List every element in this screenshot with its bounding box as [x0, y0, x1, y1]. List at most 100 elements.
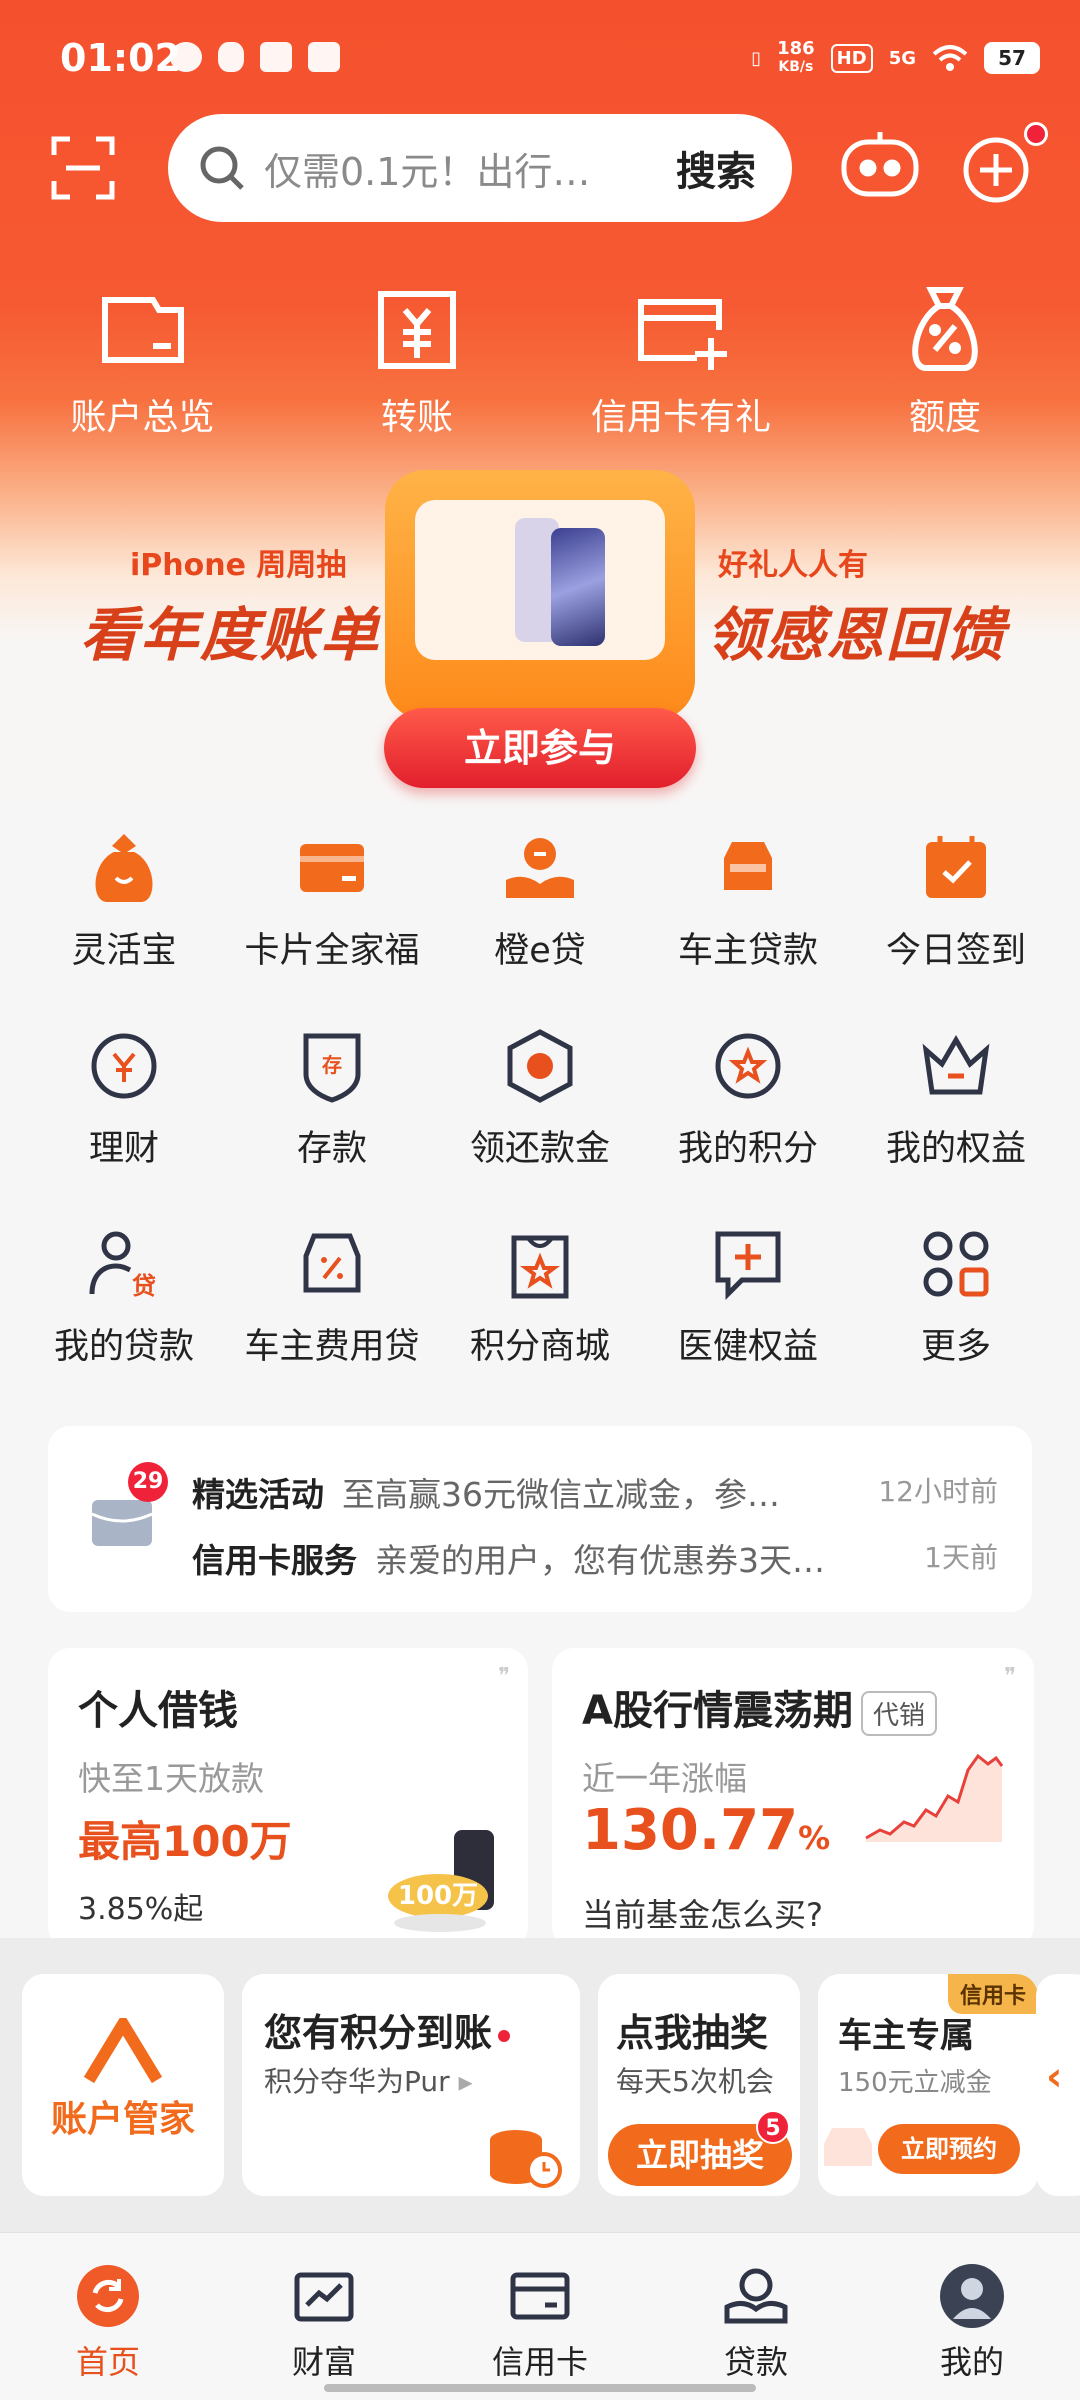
add-icon[interactable]: [962, 136, 1030, 204]
account-manager-card[interactable]: 账户管家: [22, 1974, 224, 2196]
shopping-bag-star-icon: [511, 1235, 569, 1299]
search-icon: [200, 146, 244, 190]
card-icon: [300, 844, 364, 892]
red-dot: [498, 2029, 511, 2042]
grid-item-orange-e-loan[interactable]: 橙e贷: [436, 822, 644, 1020]
grid-item-wealth[interactable]: 理财: [20, 1020, 228, 1218]
grid-item-my-benefits[interactable]: 我的权益: [852, 1020, 1060, 1218]
wallet-icon: [101, 297, 184, 363]
join-now-button[interactable]: 立即参与: [384, 708, 696, 788]
clock: 01:02: [60, 36, 181, 80]
assistant-robot-icon[interactable]: [838, 128, 922, 204]
hand-coin-icon: [506, 838, 574, 898]
hexagon-refresh-icon: [507, 1029, 573, 1103]
bottom-tab-bar: 首页 财富 信用卡 贷款 我的: [0, 2232, 1080, 2400]
fund-card[interactable]: ❞ A股行情震荡期 代销 近一年涨幅 130.77% 当前基金怎么买?: [552, 1648, 1034, 1948]
grid-item-my-points[interactable]: 我的积分: [644, 1020, 852, 1218]
notice-row[interactable]: 信用卡服务 亲爱的用户，您有优惠券3天…: [192, 1534, 825, 1582]
credit-card-icon: [510, 2272, 570, 2320]
car-owner-card[interactable]: 信用卡 车主专属 150元立减金 立即预约: [818, 1974, 1038, 2196]
signal-icon: 5G: [888, 47, 916, 69]
grid-item-repayment-bonus[interactable]: 领还款金: [436, 1020, 644, 1218]
tab-wealth[interactable]: 财富: [216, 2233, 432, 2400]
prize-machine-illustration: [385, 470, 695, 720]
chances-badge: 5: [756, 2110, 790, 2144]
grid-item-linghuobao[interactable]: 灵活宝: [20, 822, 228, 1020]
star-circle-icon: [715, 1033, 781, 1099]
points-arrived-card[interactable]: 您有积分到账 积分夺华为Pur ▸: [242, 1974, 580, 2196]
trend-sparkline: [865, 1753, 1004, 1842]
top-nav: 账户总览 转账 信用卡有礼 额度: [0, 280, 1080, 440]
calendar-icon: [260, 42, 292, 72]
calendar-check-icon: [926, 836, 986, 898]
service-grid: 灵活宝 卡片全家福 橙e贷 车主贷款 今日签到 理财 存 存款 领还款金 我的积…: [20, 822, 1060, 1416]
personal-loan-card[interactable]: ❞ 个人借钱 快至1天放款 最高100万 3.85%起 100万: [48, 1648, 528, 1948]
wifi-icon: [932, 45, 968, 71]
nav-account-overview[interactable]: 账户总览: [0, 280, 285, 440]
avatar-icon: [940, 2264, 1004, 2328]
coins-phone-illustration: 100万: [384, 1830, 512, 1938]
shield-deposit-icon: 存: [303, 1033, 361, 1103]
grid-item-car-expense-loan[interactable]: 车主费用贷: [228, 1218, 436, 1416]
quote-icon: ❞: [498, 1664, 510, 1689]
nav-transfer[interactable]: 转账: [285, 280, 549, 440]
search-bar[interactable]: 仅需0.1元！出行… 搜索: [168, 114, 792, 222]
phone-illustration: [551, 528, 605, 646]
transfer-icon: [378, 291, 456, 369]
notification-icons: [170, 42, 340, 72]
banner-left-title: 看年度账单: [80, 601, 381, 669]
tab-loan[interactable]: 贷款: [648, 2233, 864, 2400]
grid-item-deposit[interactable]: 存 存款: [228, 1020, 436, 1218]
notice-row[interactable]: 精选活动 至高赢36元微信立减金，参…: [192, 1468, 780, 1516]
grid-item-health-benefits[interactable]: 医健权益: [644, 1218, 852, 1416]
money-bag-icon: [95, 834, 153, 902]
banner-left-subtitle: iPhone 周周抽: [130, 548, 347, 583]
grid-item-card-family[interactable]: 卡片全家福: [228, 822, 436, 1020]
grid-item-car-loan[interactable]: 车主贷款: [644, 822, 852, 1020]
grid-item-points-mall[interactable]: 积分商城: [436, 1218, 644, 1416]
hd-icon: HD: [830, 43, 873, 73]
chevron-left-icon: ‹: [1046, 2054, 1063, 2100]
grid-item-more[interactable]: 更多: [852, 1218, 1060, 1416]
banner-right-subtitle: 好礼人人有: [718, 548, 868, 583]
chat-plus-icon: [715, 1231, 781, 1301]
nav-credit-card-gift[interactable]: 信用卡有礼: [549, 280, 813, 440]
grid-item-my-loans[interactable]: 贷 我的贷款: [20, 1218, 228, 1416]
chevron-right-icon: ▸: [449, 2065, 473, 2098]
money-bag-icon: [912, 287, 978, 371]
search-button[interactable]: 搜索: [676, 139, 756, 197]
more-promos-card[interactable]: ‹: [1036, 1974, 1080, 2196]
tab-home[interactable]: 首页: [0, 2233, 216, 2400]
vibrate-icon: ▯: [751, 47, 762, 69]
crown-icon: [922, 1035, 990, 1095]
unread-badge: 29: [128, 1462, 168, 1502]
distribution-tag: 代销: [860, 1690, 937, 1736]
home-refresh-icon: [77, 2265, 139, 2327]
tab-mine[interactable]: 我的: [864, 2233, 1080, 2400]
home-indicator[interactable]: [324, 2384, 756, 2392]
yuan-circle-icon: [91, 1033, 157, 1099]
quote-icon: ❞: [1004, 1664, 1016, 1689]
notification-dot: [1024, 122, 1048, 146]
car-icon: [724, 842, 772, 890]
promo-banner[interactable]: iPhone 周周抽 看年度账单 好礼人人有 领感恩回馈 立即参与: [0, 470, 1080, 800]
notice-time: 12小时前: [878, 1475, 998, 1508]
wealth-chart-icon: [294, 2272, 354, 2322]
banner-right-title: 领感恩回馈: [706, 601, 1007, 669]
user-loan-icon: 贷: [89, 1231, 156, 1300]
account-manager-logo-icon: [83, 2012, 163, 2084]
lottery-card[interactable]: 点我抽奖 每天5次机会 立即抽奖 5: [598, 1974, 800, 2196]
message-center[interactable]: 29 精选活动 至高赢36元微信立减金，参… 12小时前 信用卡服务 亲爱的用户，您…: [48, 1426, 1032, 1612]
tab-credit-card[interactable]: 信用卡: [432, 2233, 648, 2400]
search-placeholder: 仅需0.1元！出行…: [264, 150, 591, 194]
grid-item-daily-checkin[interactable]: 今日签到: [852, 822, 1060, 1020]
loan-hand-icon: [724, 2268, 788, 2324]
book-now-button[interactable]: 立即预约: [878, 2124, 1020, 2174]
nav-credit-limit[interactable]: 额度: [813, 280, 1077, 440]
card-plus-icon: [638, 299, 727, 370]
scan-icon[interactable]: [50, 135, 116, 201]
battery-indicator: 57: [984, 42, 1040, 74]
network-speed: 186 KB/s: [777, 38, 815, 76]
svg-text:贷: 贷: [132, 1272, 156, 1300]
qq-icon: [218, 42, 244, 72]
